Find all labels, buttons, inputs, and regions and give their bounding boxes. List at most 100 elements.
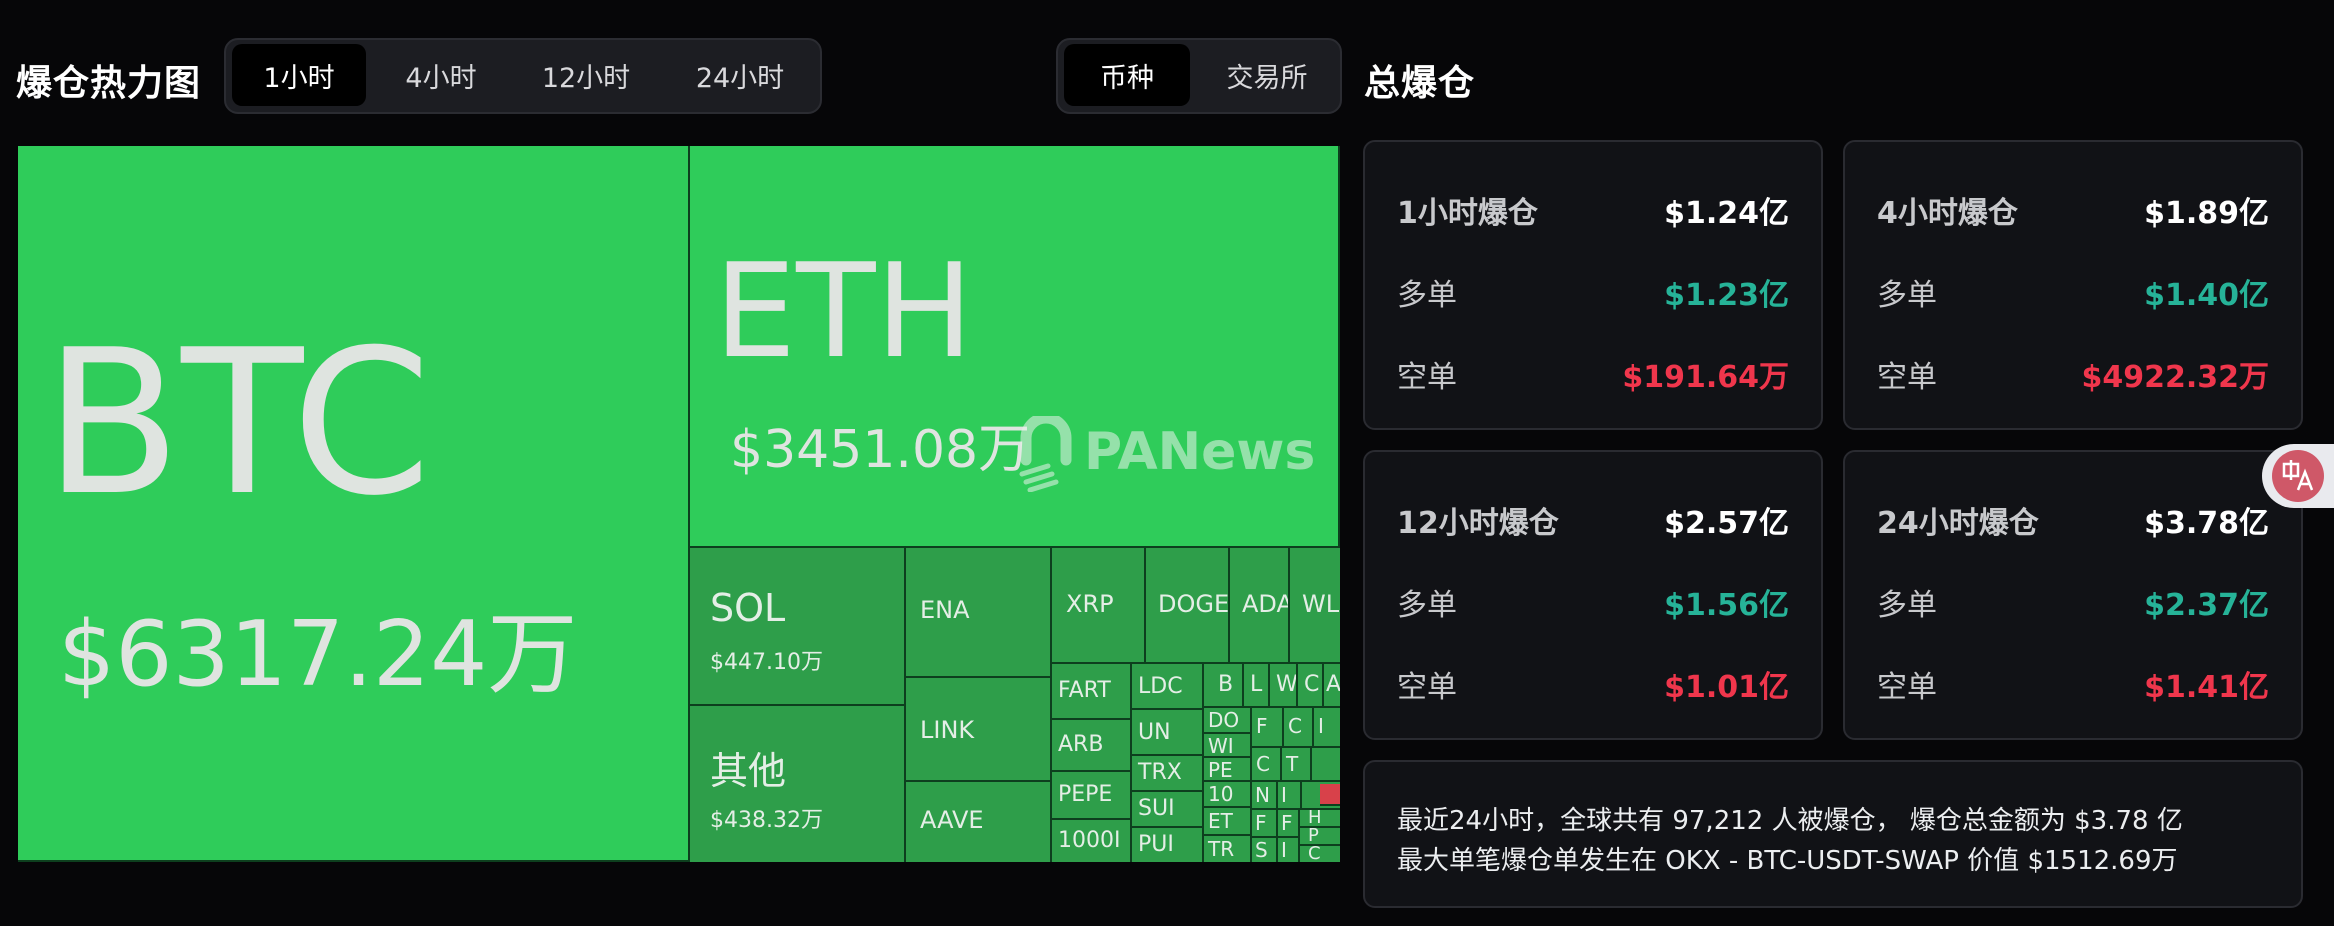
heatmap-tile-micro[interactable]: PE [1204, 758, 1252, 782]
heatmap-tile-micro[interactable]: N [1252, 782, 1278, 810]
heatmap-tile-eth[interactable]: ETH $3451.08万 PANews [690, 146, 1340, 548]
heatmap-tile-micro[interactable]: C [1252, 748, 1282, 782]
short-label: 空单 [1877, 360, 1937, 395]
tile-name: A [1326, 672, 1340, 697]
card-title: 4小时爆仓 [1877, 196, 2018, 231]
heatmap-tile-micro[interactable]: C [1298, 664, 1324, 708]
tile-name: XRP [1066, 590, 1114, 618]
tile-value: $438.32万 [710, 808, 823, 833]
heatmap-tile-sui[interactable]: SUI [1132, 792, 1204, 828]
tab-4h[interactable]: 4小时 [376, 44, 506, 106]
tile-name: PUI [1138, 832, 1174, 857]
tab-by-exchange[interactable]: 交易所 [1200, 44, 1334, 106]
tile-name: TRX [1138, 760, 1182, 785]
tile-name: C [1308, 846, 1321, 862]
heatmap-tile-micro[interactable]: P [1300, 828, 1340, 846]
tile-name: C [1304, 672, 1320, 697]
heatmap-tile-trx[interactable]: TRX [1132, 756, 1204, 792]
heatmap-tile-pump[interactable]: PUI [1132, 828, 1204, 862]
heatmap-tile-sol[interactable]: SOL $447.10万 [690, 548, 906, 706]
heatmap-tile-micro[interactable]: H [1300, 810, 1340, 828]
tab-24h[interactable]: 24小时 [666, 44, 814, 106]
tile-name: PEPE [1058, 782, 1113, 807]
heatmap-tile-micro[interactable]: I [1314, 708, 1340, 748]
tile-name: LDC [1138, 674, 1183, 699]
tile-name: H [1308, 810, 1322, 828]
tile-name: I [1318, 714, 1324, 738]
heatmap-tile-fart[interactable]: FART [1052, 664, 1132, 720]
tile-name: I [1281, 838, 1287, 862]
tile-name: UN [1138, 720, 1171, 745]
heatmap-tile-micro[interactable]: DO [1204, 708, 1252, 734]
summary-card-24h: 24小时爆仓 $3.78亿 多单 $2.37亿 空单 $1.41亿 [1843, 450, 2303, 740]
heatmap-tile-micro[interactable]: WI [1204, 734, 1252, 758]
heatmap-tile-micro[interactable]: B [1204, 664, 1244, 708]
tile-name: SOL [710, 586, 786, 630]
translate-icon [2272, 450, 2324, 502]
tile-name: F [1281, 811, 1293, 835]
heatmap-tile-micro[interactable]: L [1244, 664, 1270, 708]
summary-title: 总爆仓 [1364, 63, 1476, 104]
heatmap-tile-micro[interactable]: ET [1204, 808, 1252, 836]
heatmap-tile-uni[interactable]: UN [1132, 710, 1204, 756]
heatmap-tile-micro[interactable]: W [1270, 664, 1298, 708]
tile-name: WL [1302, 590, 1340, 618]
long-value: $1.40亿 [2144, 278, 2269, 313]
short-label: 空单 [1397, 670, 1457, 705]
heatmap-tile-btc[interactable]: BTC $6317.24万 [18, 146, 690, 862]
card-total: $1.24亿 [1664, 196, 1789, 231]
heatmap-tile-micro[interactable]: T [1282, 748, 1312, 782]
tile-name: TR [1208, 837, 1235, 861]
tab-12h[interactable]: 12小时 [516, 44, 656, 106]
heatmap-tile-other[interactable]: 其他 $438.32万 [690, 706, 906, 862]
heatmap-tile-micro[interactable]: 10 [1204, 782, 1252, 808]
tile-name: B [1218, 672, 1234, 697]
short-label: 空单 [1397, 360, 1457, 395]
tile-name: WI [1208, 734, 1234, 758]
heatmap-tile-micro[interactable]: C [1300, 846, 1340, 862]
tile-name: ET [1208, 809, 1233, 833]
heatmap-tile-micro[interactable]: F [1252, 810, 1278, 838]
tile-value: $3451.08万 [730, 420, 1031, 480]
heatmap-tile-micro[interactable]: S [1252, 838, 1278, 862]
heatmap-tile-doge[interactable]: DOGE [1146, 548, 1230, 664]
panews-logo-icon [1019, 416, 1072, 492]
heatmap-tile-wl[interactable]: WL [1290, 548, 1340, 664]
short-label: 空单 [1877, 670, 1937, 705]
short-value: $191.64万 [1622, 360, 1789, 395]
heatmap-tile-micro[interactable] [1312, 748, 1340, 782]
heatmap-tile-xrp[interactable]: XRP [1052, 548, 1146, 664]
tab-by-coin[interactable]: 币种 [1064, 44, 1190, 106]
heatmap-title: 爆仓热力图 [16, 63, 202, 104]
heatmap-tile-micro[interactable]: F [1252, 708, 1284, 748]
heatmap-tile-ena[interactable]: ENA [906, 548, 1052, 678]
card-title: 24小时爆仓 [1877, 506, 2039, 541]
watermark-text: PANews [1084, 422, 1316, 482]
tile-value: $6317.24万 [58, 602, 578, 707]
liquidation-notice: 最近24小时，全球共有 97,212 人被爆仓， 爆仓总金额为 $3.78 亿 … [1363, 760, 2303, 908]
heatmap-tile-micro[interactable]: F [1278, 810, 1300, 838]
heatmap-tile-micro[interactable]: TR [1204, 836, 1252, 862]
heatmap-tile-micro[interactable]: C [1284, 708, 1314, 748]
tile-name: BTC [44, 307, 432, 540]
heatmap-tile-micro-red[interactable] [1320, 784, 1340, 806]
heatmap-tile-micro[interactable]: A [1324, 664, 1340, 708]
heatmap-tile-1000[interactable]: 1000I [1052, 820, 1132, 862]
heatmap-tile-pepe[interactable]: PEPE [1052, 772, 1132, 820]
tab-1h[interactable]: 1小时 [232, 44, 366, 106]
card-total: $3.78亿 [2144, 506, 2269, 541]
card-total: $1.89亿 [2144, 196, 2269, 231]
heatmap-tile-arb[interactable]: ARB [1052, 720, 1132, 772]
heatmap-tile-micro[interactable]: I [1278, 838, 1300, 862]
heatmap-tile-link[interactable]: LINK [906, 678, 1052, 782]
tile-name: W [1276, 672, 1298, 697]
long-label: 多单 [1877, 278, 1937, 313]
translate-button[interactable] [2262, 444, 2334, 508]
heatmap-tile-aave[interactable]: AAVE [906, 782, 1052, 862]
heatmap-tile-ldo[interactable]: LDC [1132, 664, 1204, 710]
heatmap-tile-micro[interactable]: I [1278, 782, 1302, 810]
tile-name: I [1281, 783, 1287, 807]
heatmap-tile-ada[interactable]: ADA [1230, 548, 1290, 664]
tile-name: ENA [920, 596, 970, 624]
tile-name: N [1255, 783, 1270, 807]
